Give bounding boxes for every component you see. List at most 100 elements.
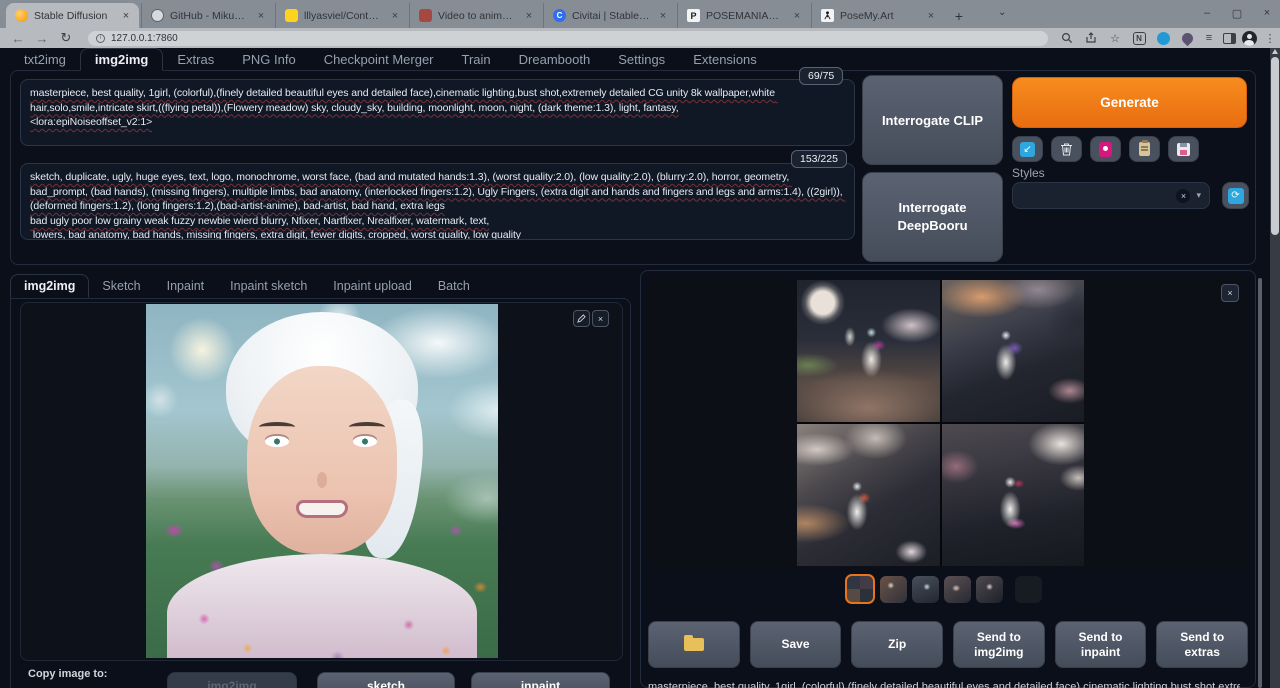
generate-button[interactable]: Generate [1012,77,1247,128]
tab-close-icon[interactable]: × [790,9,804,23]
gallery-thumbnail[interactable] [944,576,971,603]
subtab-img2img[interactable]: img2img [10,274,89,298]
zoom-icon[interactable] [1058,30,1076,46]
new-tab-button[interactable]: + [948,5,970,27]
gallery-image-4[interactable] [942,424,1085,566]
subtab-inpaint[interactable]: Inpaint [154,275,218,297]
interrogate-clip-button[interactable]: Interrogate CLIP [862,75,1003,165]
tab-dreambooth[interactable]: Dreambooth [505,49,605,70]
gallery-image-1[interactable] [797,280,940,422]
browser-tab-controlnet[interactable]: lllyasviel/ControlNet at main × [275,3,408,28]
tab-close-icon[interactable]: × [254,9,268,23]
gallery-image-3[interactable] [797,424,940,566]
tab-title: Stable Diffusion [34,10,113,22]
zip-button[interactable]: Zip [851,621,943,668]
refresh-styles-button[interactable]: ⟳ [1222,182,1249,209]
bookmark-star-icon[interactable]: ☆ [1106,30,1124,46]
extension-pin-icon[interactable] [1178,30,1196,46]
profile-avatar[interactable] [1240,30,1258,46]
forward-button[interactable]: → [32,29,52,47]
open-folder-button[interactable] [648,621,740,668]
panel-scrollbar[interactable] [1258,278,1262,688]
tab-close-icon[interactable]: × [924,9,938,23]
prompt-input[interactable]: masterpiece, best quality, 1girl, (color… [20,79,855,146]
browser-toolbar: ← → ↻ i 127.0.0.1:7860 ☆ N ≡ ⋮ [0,28,1280,48]
reading-list-icon[interactable]: ≡ [1200,30,1218,46]
browser-tab-civitai[interactable]: C Civitai | Stable Diffusion models × [543,3,676,28]
browser-tab-gif-converter[interactable]: Video to animated GIF converter × [409,3,542,28]
browser-menu-icon[interactable]: ⋮ [1261,30,1279,46]
page-scrollbar-thumb[interactable] [1271,57,1279,235]
clear-prompt-button[interactable] [1051,136,1082,162]
window-maximize-button[interactable]: ▢ [1222,0,1252,26]
gallery-close-button[interactable]: × [1221,284,1239,302]
browser-tab-posemaniacs[interactable]: P POSEMANIACS - Royalty free 3 × [677,3,810,28]
site-info-icon[interactable]: i [96,34,105,43]
browser-tab-stable-diffusion[interactable]: Stable Diffusion × [6,3,139,28]
pencil-icon [577,314,586,323]
gallery-image-grid[interactable] [797,280,1084,566]
tab-extensions[interactable]: Extensions [679,49,771,70]
negative-prompt-input[interactable]: sketch, duplicate, ugly, huge eyes, text… [20,163,855,240]
paste-generation-params-button[interactable]: ↙ [1012,136,1043,162]
extension-n-icon[interactable]: N [1130,30,1148,46]
extra-networks-card-icon [1099,142,1112,157]
tab-png-info[interactable]: PNG Info [228,49,309,70]
styles-dropdown[interactable]: × ▾ [1012,182,1210,209]
address-bar[interactable]: i 127.0.0.1:7860 [88,31,1048,46]
tab-close-icon[interactable]: × [656,9,670,23]
tab-close-icon[interactable]: × [119,9,133,23]
send-to-inpaint-button[interactable]: Send to inpaint [1055,621,1147,668]
tab-close-icon[interactable]: × [522,9,536,23]
gallery-thumbnail-selected[interactable] [845,574,875,604]
gallery-thumbnail[interactable] [912,576,939,603]
apply-styles-button[interactable] [1129,136,1160,162]
tab-settings[interactable]: Settings [604,49,679,70]
save-button[interactable]: Save [750,621,842,668]
interrogate-deepbooru-line2: DeepBooru [897,217,967,235]
subtab-sketch[interactable]: Sketch [89,275,153,297]
clear-styles-icon[interactable]: × [1176,189,1190,203]
tab-checkpoint-merger[interactable]: Checkpoint Merger [310,49,448,70]
chevron-down-icon[interactable]: ▾ [1196,190,1201,201]
styles-label: Styles [1012,166,1045,180]
back-button[interactable]: ← [8,29,28,47]
side-panel-icon[interactable] [1220,30,1238,46]
extra-networks-button[interactable] [1090,136,1121,162]
gallery-thumbnail[interactable] [880,576,907,603]
gallery-thumbnail[interactable] [976,576,1003,603]
subtab-inpaint-upload[interactable]: Inpaint upload [320,275,425,297]
reload-button[interactable]: ↻ [56,29,76,47]
gallery-image-2[interactable] [942,280,1085,422]
posemaniacs-favicon-icon: P [687,9,700,22]
portrait-nose [317,472,327,488]
save-style-button[interactable] [1168,136,1199,162]
edit-image-button[interactable] [573,310,590,327]
send-to-img2img-button[interactable]: Send to img2img [953,621,1045,668]
send-to-extras-button[interactable]: Send to extras [1156,621,1248,668]
copy-to-sketch-button[interactable]: sketch [317,672,455,688]
huggingface-favicon-icon [285,9,298,22]
browser-tab-posemyart[interactable]: PoseMy.Art × [811,3,944,28]
refresh-icon: ⟳ [1228,188,1244,204]
gallery-thumbnail[interactable] [1015,576,1042,603]
window-minimize-button[interactable]: – [1192,0,1222,26]
tab-train[interactable]: Train [448,49,505,70]
tab-txt2img[interactable]: txt2img [10,49,80,70]
remove-image-button[interactable]: × [592,310,609,327]
extension-blue-icon[interactable] [1154,30,1172,46]
tab-search-icon[interactable]: ⌄ [998,7,1006,18]
subtab-inpaint-sketch[interactable]: Inpaint sketch [217,275,320,297]
prompt-token-counter: 69/75 [799,67,843,85]
subtab-batch[interactable]: Batch [425,275,483,297]
copy-to-inpaint-button[interactable]: inpaint [471,672,610,688]
posemyart-favicon-icon [821,9,834,22]
tab-extras[interactable]: Extras [163,49,228,70]
tab-close-icon[interactable]: × [388,9,402,23]
window-close-button[interactable]: × [1252,0,1280,26]
share-icon[interactable] [1082,30,1100,46]
browser-tab-github[interactable]: GitHub - Mikubill/sd-webui-con × [141,3,274,28]
scrollbar-up-arrow-icon[interactable] [1272,49,1278,54]
tab-img2img[interactable]: img2img [80,48,163,71]
interrogate-deepbooru-button[interactable]: Interrogate DeepBooru [862,172,1003,262]
